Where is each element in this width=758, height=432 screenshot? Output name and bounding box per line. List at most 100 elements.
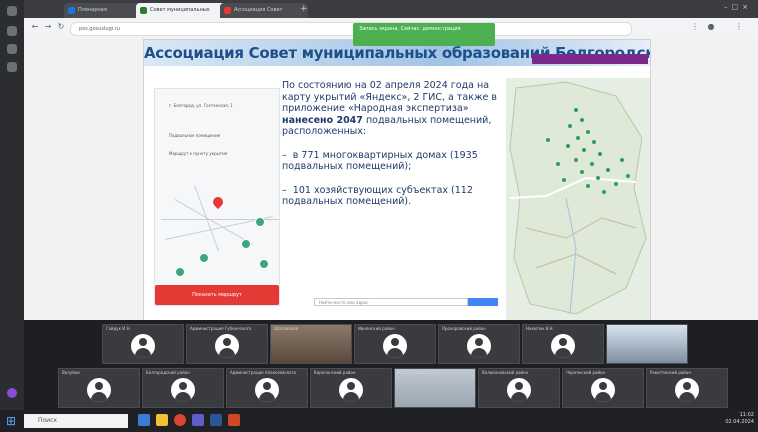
participant-tile[interactable]: Ракитянский район <box>646 368 728 408</box>
calendar-icon[interactable] <box>7 62 17 72</box>
screen-share-notice[interactable]: Запись экрана, Сейчас: демонстрация <box>353 23 495 46</box>
participant-video-tile[interactable] <box>606 324 688 364</box>
task-view-icon[interactable] <box>138 414 150 426</box>
system-tray[interactable]: 11:02 02.04.2024 <box>690 412 754 430</box>
paragraph-text: По состоянию на 02 апреля 2024 года на к… <box>282 80 498 114</box>
tab-3[interactable]: Ассоциация Совет <box>220 3 308 18</box>
bullet-item: – в 771 многоквартирных домах (1935 подв… <box>282 149 478 173</box>
window-controls-icon[interactable]: –□× <box>724 3 754 13</box>
reload-icon[interactable]: ↻ <box>56 22 66 32</box>
tab-favicon-icon <box>140 7 147 14</box>
tab-2[interactable]: Совет муниципальных <box>136 3 230 18</box>
avatar-icon <box>255 378 279 402</box>
clock-time: 11:02 <box>739 412 754 418</box>
tab-favicon-icon <box>224 7 231 14</box>
shelter-marker-icon[interactable] <box>259 259 269 269</box>
side-rail <box>0 0 24 410</box>
tab-favicon-icon <box>68 7 75 14</box>
participant-tile[interactable]: Ивнянский район <box>354 324 436 364</box>
map-route-text: Маршрут к пункту укрытия <box>169 151 228 156</box>
people-icon[interactable] <box>7 44 17 54</box>
participant-name: Никитин В.Н. <box>526 326 554 331</box>
address-bar[interactable]: pos.gosuslugi.ru <box>70 22 632 36</box>
menu-icon[interactable] <box>7 6 17 16</box>
participant-name: Белгородский район <box>146 370 190 375</box>
address-text: pos.gosuslugi.ru <box>79 26 120 32</box>
new-tab-icon[interactable]: + <box>300 4 310 14</box>
taskbar-search-input[interactable]: Поиск <box>24 414 128 428</box>
participant-tile[interactable]: Прохоровский район <box>438 324 520 364</box>
participant-video-tile[interactable]: Шаповалов <box>270 324 352 364</box>
participant-name: Гайдук И.Н. <box>106 326 131 331</box>
participant-name: Ракитянский район <box>650 370 691 375</box>
slide-logo-strip <box>532 54 648 64</box>
profile-icon[interactable]: ● <box>706 22 716 32</box>
teams-icon[interactable] <box>192 414 204 426</box>
participant-name: Прохоровский район <box>442 326 486 331</box>
back-icon[interactable]: ← <box>30 22 40 32</box>
extensions-icon[interactable]: ⋮ <box>690 22 700 32</box>
participant-tile[interactable]: Никитин В.Н. <box>522 324 604 364</box>
avatar-icon <box>551 334 575 358</box>
participant-tile[interactable]: Корочанский район <box>310 368 392 408</box>
avatar-icon <box>171 378 195 402</box>
participant-name: Валуйки <box>62 370 80 375</box>
participant-tile[interactable]: Администрация Губкинского <box>186 324 268 364</box>
participant-name: Шаповалов <box>274 326 298 331</box>
participant-tile[interactable]: Чернянский район <box>562 368 644 408</box>
slide-paragraph: По состоянию на 02 апреля 2024 года на к… <box>282 80 510 138</box>
tab-label: Пленарная <box>78 7 107 13</box>
app-icon[interactable] <box>7 388 17 398</box>
file-explorer-icon[interactable] <box>156 414 168 426</box>
map-search-input[interactable]: Найти место или адрес <box>314 298 468 306</box>
region-map-drawing <box>509 81 647 315</box>
shelter-marker-icon[interactable] <box>241 239 251 249</box>
participant-tile[interactable]: Гайдук И.Н. <box>102 324 184 364</box>
participants-gallery: Гайдук И.Н. Администрация Губкинского Ша… <box>24 320 758 410</box>
windows-start-icon[interactable]: ⊞ <box>4 414 18 428</box>
menu-dots-icon[interactable]: ⋮ <box>734 22 744 32</box>
forward-icon[interactable]: → <box>43 22 53 32</box>
participant-name: Ивнянский район <box>358 326 395 331</box>
participant-tile[interactable]: Белгородский район <box>142 368 224 408</box>
map-search-button[interactable] <box>468 298 498 306</box>
participant-name: Корочанский район <box>314 370 356 375</box>
bullet-text: 101 хозяйствующих субъектах (112 подваль… <box>282 184 473 208</box>
shelter-marker-icon[interactable] <box>175 267 185 277</box>
show-route-button[interactable]: Показать маршрут <box>155 285 279 305</box>
powerpoint-icon[interactable] <box>228 414 240 426</box>
tab-label: Совет муниципальных <box>150 7 210 13</box>
presentation-slide: Ассоциация Совет муниципальных образован… <box>144 40 650 320</box>
participant-video-tile[interactable]: Красненский район <box>394 368 476 408</box>
word-icon[interactable] <box>210 414 222 426</box>
chrome-icon[interactable] <box>174 414 186 426</box>
participant-tile[interactable]: Волоконовский район <box>478 368 560 408</box>
avatar-icon <box>131 334 155 358</box>
paragraph-bold: нанесено 2047 <box>282 114 363 126</box>
avatar-icon <box>383 334 407 358</box>
avatar-icon <box>591 378 615 402</box>
region-map <box>506 78 650 320</box>
tab-1[interactable]: Пленарная <box>64 3 146 18</box>
avatar-icon <box>87 378 111 402</box>
chat-icon[interactable] <box>7 26 17 36</box>
participant-name: Администрация Губкинского <box>190 326 252 331</box>
bullet-item: – 101 хозяйствующих субъектах (112 подва… <box>282 184 473 208</box>
map-address-text: г. Белгород, ул. Гостенская, 1 <box>169 103 233 108</box>
avatar-icon <box>507 378 531 402</box>
participant-name: Администрация Алексеевского <box>230 370 297 375</box>
slide-body: По состоянию на 02 апреля 2024 года на к… <box>282 80 510 220</box>
participant-tile[interactable]: Валуйки <box>58 368 140 408</box>
avatar-icon <box>339 378 363 402</box>
map-card: г. Белгород, ул. Гостенская, 1 Подвально… <box>154 88 280 306</box>
participant-name: Чернянский район <box>566 370 606 375</box>
bullet-text: в 771 многоквартирных домах (1935 подвал… <box>282 149 478 173</box>
location-pin-icon[interactable] <box>210 194 226 210</box>
shelter-marker-icon[interactable] <box>255 217 265 227</box>
participant-name: Красненский район <box>398 370 440 375</box>
participant-tile[interactable]: Администрация Алексеевского <box>226 368 308 408</box>
tab-bar: Пленарная Совет муниципальных Ассоциация… <box>24 0 758 18</box>
participant-name: Волоконовский район <box>482 370 529 375</box>
shelter-marker-icon[interactable] <box>199 253 209 263</box>
clock-date: 02.04.2024 <box>725 419 754 425</box>
